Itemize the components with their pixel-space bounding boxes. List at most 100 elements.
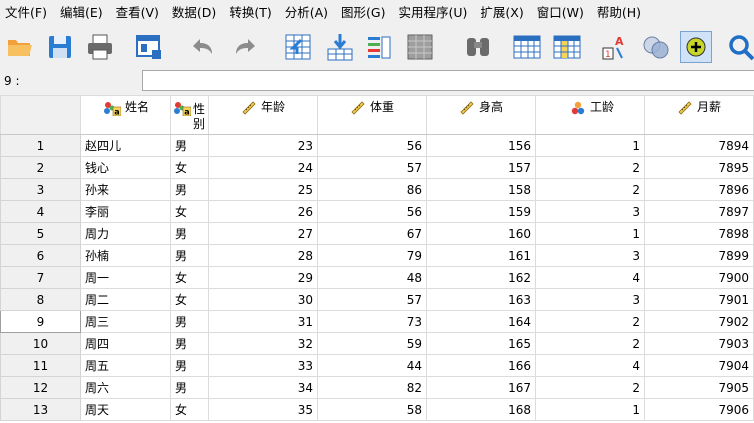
data-cell[interactable]: 31	[208, 310, 318, 333]
data-cell[interactable]: 7901	[644, 288, 754, 311]
data-cell[interactable]: 2	[535, 376, 645, 399]
row-number[interactable]: 9	[0, 310, 81, 333]
column-header[interactable]: 月薪	[644, 95, 754, 135]
data-cell[interactable]: 男	[170, 310, 209, 333]
data-cell[interactable]: 李丽	[80, 200, 171, 223]
data-cell[interactable]: 57	[317, 288, 427, 311]
goto-variable-icon[interactable]	[324, 31, 356, 63]
data-cell[interactable]: 33	[208, 354, 318, 377]
column-header[interactable]: 工龄	[535, 95, 645, 135]
data-cell[interactable]: 79	[317, 244, 427, 267]
menu-item[interactable]: 帮助(H)	[593, 0, 645, 26]
data-cell[interactable]: 157	[426, 156, 536, 179]
row-number[interactable]: 7	[0, 266, 81, 289]
data-cell[interactable]: 男	[170, 222, 209, 245]
data-cell[interactable]: 钱心	[80, 156, 171, 179]
data-cell[interactable]: 59	[317, 332, 427, 355]
data-cell[interactable]: 7905	[644, 376, 754, 399]
data-cell[interactable]: 58	[317, 398, 427, 421]
menu-item[interactable]: 分析(A)	[281, 0, 332, 26]
data-cell[interactable]: 7902	[644, 310, 754, 333]
data-cell[interactable]: 7896	[644, 178, 754, 201]
data-cell[interactable]: 7904	[644, 354, 754, 377]
data-cell[interactable]: 3	[535, 288, 645, 311]
menu-item[interactable]: 转换(T)	[225, 0, 275, 26]
data-cell[interactable]: 女	[170, 200, 209, 223]
row-number[interactable]: 10	[0, 332, 81, 355]
data-cell[interactable]: 167	[426, 376, 536, 399]
row-number[interactable]: 3	[0, 178, 81, 201]
data-cell[interactable]: 27	[208, 222, 318, 245]
data-cell[interactable]: 男	[170, 134, 209, 157]
data-cell[interactable]: 1	[535, 134, 645, 157]
recall-dialog-icon[interactable]	[133, 31, 165, 63]
data-cell[interactable]: 7895	[644, 156, 754, 179]
search-icon[interactable]	[725, 31, 754, 63]
data-cell[interactable]: 周力	[80, 222, 171, 245]
variables-icon[interactable]	[363, 31, 395, 63]
row-number[interactable]: 8	[0, 288, 81, 311]
data-cell[interactable]: 周四	[80, 332, 171, 355]
data-cell[interactable]: 1	[535, 398, 645, 421]
column-header[interactable]: 身高	[426, 95, 536, 135]
data-cell[interactable]: 35	[208, 398, 318, 421]
data-cell[interactable]: 34	[208, 376, 318, 399]
data-cell[interactable]: 159	[426, 200, 536, 223]
column-header[interactable]: a 性别	[170, 95, 209, 135]
data-cell[interactable]: 男	[170, 178, 209, 201]
cell-value-input[interactable]	[142, 70, 754, 91]
data-cell[interactable]: 7903	[644, 332, 754, 355]
data-cell[interactable]: 3	[535, 200, 645, 223]
row-number[interactable]: 5	[0, 222, 81, 245]
data-cell[interactable]: 24	[208, 156, 318, 179]
goto-case-icon[interactable]	[282, 31, 314, 63]
menu-item[interactable]: 图形(G)	[337, 0, 389, 26]
data-cell[interactable]: 4	[535, 266, 645, 289]
data-cell[interactable]: 48	[317, 266, 427, 289]
data-cell[interactable]: 7900	[644, 266, 754, 289]
data-cell[interactable]: 168	[426, 398, 536, 421]
data-cell[interactable]: 32	[208, 332, 318, 355]
data-cell[interactable]: 7894	[644, 134, 754, 157]
data-cell[interactable]: 孙楠	[80, 244, 171, 267]
data-cell[interactable]: 165	[426, 332, 536, 355]
data-cell[interactable]: 2	[535, 310, 645, 333]
data-cell[interactable]: 57	[317, 156, 427, 179]
menu-item[interactable]: 文件(F)	[1, 0, 51, 26]
redo-icon[interactable]	[230, 31, 262, 63]
find-icon[interactable]	[462, 31, 494, 63]
data-cell[interactable]: 156	[426, 134, 536, 157]
column-header[interactable]: 体重	[317, 95, 427, 135]
data-cell[interactable]: 3	[535, 244, 645, 267]
row-number[interactable]: 12	[0, 376, 81, 399]
data-cell[interactable]: 7899	[644, 244, 754, 267]
data-cell[interactable]: 86	[317, 178, 427, 201]
print-icon[interactable]	[84, 31, 116, 63]
menu-item[interactable]: 窗口(W)	[533, 0, 588, 26]
data-cell[interactable]: 160	[426, 222, 536, 245]
row-number[interactable]: 11	[0, 354, 81, 377]
data-cell[interactable]: 周二	[80, 288, 171, 311]
data-cell[interactable]: 158	[426, 178, 536, 201]
menu-item[interactable]: 实用程序(U)	[394, 0, 471, 26]
data-cell[interactable]: 161	[426, 244, 536, 267]
data-cell[interactable]: 26	[208, 200, 318, 223]
data-cell[interactable]: 56	[317, 200, 427, 223]
column-header[interactable]: 年龄	[208, 95, 318, 135]
data-cell[interactable]: 44	[317, 354, 427, 377]
data-cell[interactable]: 67	[317, 222, 427, 245]
data-cell[interactable]: 孙来	[80, 178, 171, 201]
data-cell[interactable]: 28	[208, 244, 318, 267]
save-icon[interactable]	[44, 31, 76, 63]
undo-icon[interactable]	[186, 31, 218, 63]
open-folder-icon[interactable]	[4, 31, 36, 63]
data-cell[interactable]: 164	[426, 310, 536, 333]
data-cell[interactable]: 男	[170, 332, 209, 355]
split-file-icon[interactable]: A1	[599, 31, 631, 63]
data-cell[interactable]: 30	[208, 288, 318, 311]
data-cell[interactable]: 女	[170, 266, 209, 289]
weight-cases-icon[interactable]	[640, 31, 672, 63]
row-number[interactable]: 6	[0, 244, 81, 267]
data-cell[interactable]: 周一	[80, 266, 171, 289]
data-cell[interactable]: 女	[170, 398, 209, 421]
